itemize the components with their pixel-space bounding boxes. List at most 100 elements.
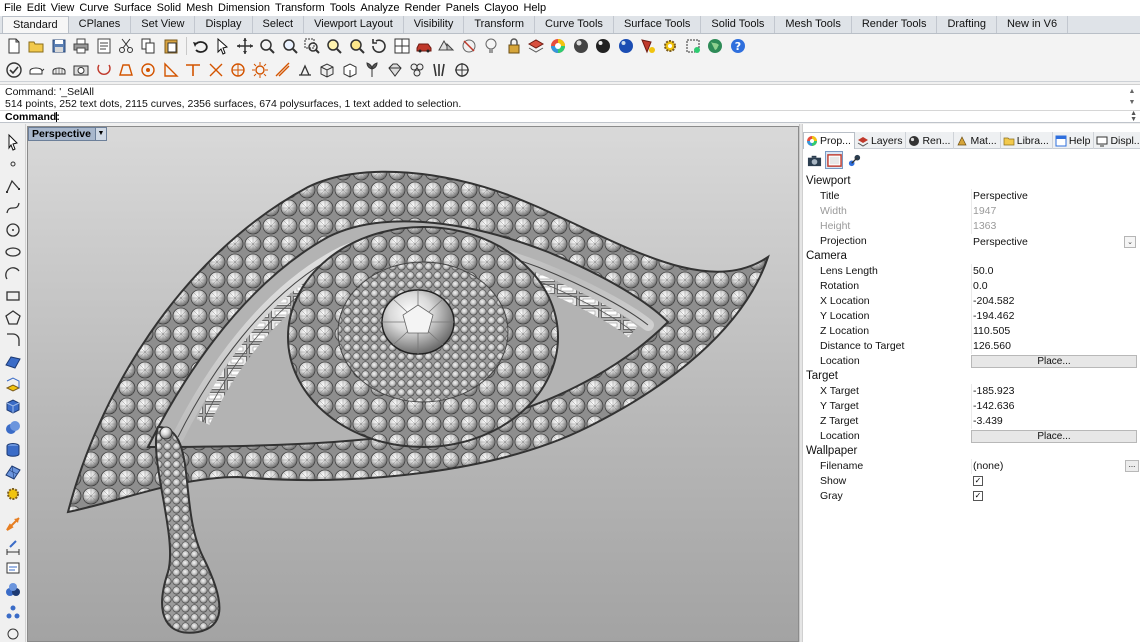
tab-properties[interactable]: Prop... [803, 132, 855, 149]
tab-display[interactable]: Display [195, 16, 253, 33]
solid-box-icon[interactable] [3, 396, 23, 416]
menu-view[interactable]: View [50, 0, 79, 16]
undo-view-icon[interactable] [369, 36, 389, 56]
command-history-scrollbar[interactable]: ▲ ▼ [1126, 86, 1138, 108]
tab-rendering[interactable]: Ren... [906, 132, 955, 149]
render-spheres-icon[interactable] [3, 580, 23, 600]
tab-mesh-tools[interactable]: Mesh Tools [775, 16, 852, 33]
zoom-extents-icon[interactable] [324, 36, 344, 56]
menu-surface[interactable]: Surface [113, 0, 156, 16]
paste-icon[interactable] [161, 36, 181, 56]
four-viewports-icon[interactable] [392, 36, 412, 56]
command-scroll-arrows[interactable]: ▲ ▼ [1130, 110, 1137, 123]
menu-help[interactable]: Help [522, 0, 550, 16]
y-target-field[interactable]: -142.636 [971, 399, 1137, 414]
tab-materials[interactable]: Mat... [954, 132, 1001, 149]
plant-icon[interactable] [362, 60, 382, 80]
hide-icon[interactable] [459, 36, 479, 56]
tab-help[interactable]: Help [1053, 132, 1095, 149]
menu-tools[interactable]: Tools [329, 0, 360, 16]
menu-clayoo[interactable]: Clayoo [483, 0, 522, 16]
open-folder-icon[interactable] [26, 36, 46, 56]
point-icon[interactable] [3, 154, 23, 174]
tab-render-tools[interactable]: Render Tools [852, 16, 938, 33]
teapot-mesh-icon[interactable] [49, 60, 69, 80]
copy-icon[interactable] [138, 36, 158, 56]
perspective-viewport[interactable]: Perspective ▼ [27, 126, 799, 642]
viewport-properties-icon[interactable] [825, 151, 843, 169]
ellipse-icon[interactable] [3, 242, 23, 262]
menu-render[interactable]: Render [404, 0, 445, 16]
arc-icon[interactable] [3, 264, 23, 284]
cut-icon[interactable] [116, 36, 136, 56]
new-file-icon[interactable] [4, 36, 24, 56]
browse-button[interactable]: ... [1125, 460, 1139, 472]
command-input[interactable] [56, 112, 1126, 122]
distance-to-target-field[interactable]: 126.560 [971, 339, 1137, 354]
tools-circles-icon[interactable] [3, 602, 23, 622]
zoom-selected-icon[interactable] [347, 36, 367, 56]
object-properties-icon[interactable] [845, 151, 863, 169]
osnap-end-icon[interactable] [94, 60, 114, 80]
tab-display[interactable]: Displ... [1094, 132, 1140, 149]
rotate-view-icon[interactable] [257, 36, 277, 56]
transform-gear-icon[interactable] [3, 484, 23, 504]
menu-curve[interactable]: Curve [78, 0, 112, 16]
undo-icon[interactable] [190, 36, 210, 56]
car-icon[interactable] [414, 36, 434, 56]
z-target-field[interactable]: -3.439 [971, 414, 1137, 429]
projection-select[interactable]: Perspective ⌄ [971, 234, 1137, 249]
osnap-perp-icon[interactable] [228, 60, 248, 80]
gumball-icon[interactable] [452, 60, 472, 80]
chevron-down-icon[interactable]: ⌄ [1124, 236, 1136, 248]
tab-new-in-v6[interactable]: New in V6 [997, 16, 1069, 33]
box-icon[interactable] [317, 60, 337, 80]
lens-length-field[interactable]: 50.0 [971, 264, 1137, 279]
cylinder-icon[interactable] [3, 440, 23, 460]
menu-edit[interactable]: Edit [26, 0, 50, 16]
prongs-icon[interactable] [429, 60, 449, 80]
rotation-field[interactable]: 0.0 [971, 279, 1137, 294]
teapot-icon[interactable] [26, 60, 46, 80]
curve-icon[interactable] [3, 198, 23, 218]
material-sphere-icon[interactable] [616, 36, 636, 56]
pan-icon[interactable] [235, 36, 255, 56]
target-place-button[interactable]: Place... [971, 430, 1137, 443]
osnap-point-icon[interactable] [138, 60, 158, 80]
tab-viewport-layout[interactable]: Viewport Layout [304, 16, 404, 33]
light-bulb-icon[interactable] [481, 36, 501, 56]
osnap-quad-icon[interactable] [273, 60, 293, 80]
zoom-icon[interactable] [280, 36, 300, 56]
show-checkbox[interactable]: ✓ [973, 476, 983, 486]
panels-icon[interactable] [3, 624, 23, 642]
fillet-curve-icon[interactable] [3, 330, 23, 350]
boolean-union-icon[interactable] [3, 418, 23, 438]
gear-icon[interactable] [660, 36, 680, 56]
pave-icon[interactable] [407, 60, 427, 80]
rendered-sphere-icon[interactable] [593, 36, 613, 56]
color-wheel-icon[interactable] [548, 36, 568, 56]
select-icon[interactable] [213, 36, 233, 56]
polyline-icon[interactable] [3, 176, 23, 196]
x-target-field[interactable]: -185.923 [971, 384, 1137, 399]
camera-place-button[interactable]: Place... [971, 355, 1137, 368]
menu-analyze[interactable]: Analyze [359, 0, 403, 16]
menu-mesh[interactable]: Mesh [185, 0, 217, 16]
osnap-knot-icon[interactable] [295, 60, 315, 80]
tab-select[interactable]: Select [253, 16, 305, 33]
menu-solid[interactable]: Solid [156, 0, 185, 16]
mesh-icon[interactable] [3, 462, 23, 482]
z-location-field[interactable]: 110.505 [971, 324, 1137, 339]
viewport-title-tab[interactable]: Perspective ▼ [28, 127, 107, 141]
circle-icon[interactable] [3, 220, 23, 240]
select-arrow-icon[interactable] [3, 132, 23, 152]
y-location-field[interactable]: -194.462 [971, 309, 1137, 324]
tab-solid-tools[interactable]: Solid Tools [701, 16, 776, 33]
box-edit-icon[interactable] [340, 60, 360, 80]
grasshopper-icon[interactable] [638, 36, 658, 56]
osnap-cen-icon[interactable] [183, 60, 203, 80]
print-icon[interactable] [71, 36, 91, 56]
options-grid-icon[interactable] [683, 36, 703, 56]
menu-panels[interactable]: Panels [445, 0, 484, 16]
x-location-field[interactable]: -204.582 [971, 294, 1137, 309]
